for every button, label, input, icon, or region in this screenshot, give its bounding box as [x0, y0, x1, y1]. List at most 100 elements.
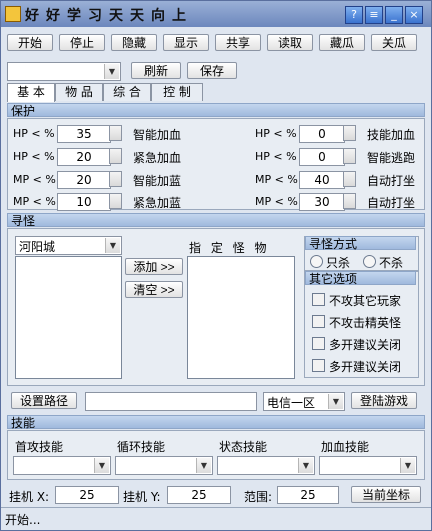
- no-kill-label: 不杀: [379, 256, 404, 270]
- mp-prefix: MP < %: [255, 173, 298, 186]
- x-input[interactable]: 25: [55, 486, 119, 504]
- hp-threshold-input[interactable]: 35: [57, 125, 111, 143]
- emergency-mana-label: 紧急加蓝: [133, 196, 182, 210]
- spin-icon[interactable]: [343, 193, 356, 209]
- x-label: 挂机 X:: [9, 490, 50, 504]
- app-window: 好好学习天天向上 ? ≡ _ × 开始 停止 隐藏 显示 共享 读取 藏瓜 关瓜…: [0, 0, 432, 531]
- mp-threshold-input[interactable]: 20: [57, 171, 111, 189]
- close-melon-button[interactable]: 关瓜: [371, 34, 417, 51]
- mp-prefix: MP < %: [255, 195, 298, 208]
- protect-header: 保护: [7, 103, 425, 118]
- tab-items[interactable]: 物 品: [55, 83, 103, 101]
- range-label: 范围:: [244, 490, 273, 504]
- chevron-down-icon[interactable]: ▼: [104, 64, 119, 79]
- option-checkbox[interactable]: [312, 359, 325, 372]
- city-select-value: 河阳城: [19, 240, 56, 254]
- target-monster-list[interactable]: [187, 256, 295, 379]
- search-method-header: 寻怪方式: [305, 236, 416, 251]
- spin-icon[interactable]: [109, 171, 122, 187]
- kill-only-label: 只杀: [326, 256, 351, 270]
- current-coords-button[interactable]: 当前坐标: [351, 486, 421, 503]
- tab-basic[interactable]: 基 本: [7, 83, 55, 102]
- start-button[interactable]: 开始: [7, 34, 53, 51]
- multi-open-label-2: 多开建议关闭: [329, 360, 402, 374]
- chevron-down-icon[interactable]: ▼: [328, 394, 343, 409]
- server-select[interactable]: 电信一区 ▼: [263, 392, 345, 411]
- mp-threshold-input[interactable]: 10: [57, 193, 111, 211]
- spin-icon[interactable]: [109, 125, 122, 141]
- profile-select[interactable]: ▼: [7, 62, 121, 81]
- set-path-button[interactable]: 设置路径: [11, 392, 77, 409]
- smart-escape-label: 智能逃跑: [367, 151, 416, 165]
- option-checkbox[interactable]: [312, 337, 325, 350]
- mp-threshold-input[interactable]: 40: [299, 171, 345, 189]
- hp-prefix: HP < %: [255, 127, 297, 140]
- monster-header: 寻怪: [7, 213, 425, 228]
- show-button[interactable]: 显示: [163, 34, 209, 51]
- hp-threshold-input[interactable]: 0: [299, 148, 345, 166]
- multi-open-label: 多开建议关闭: [329, 338, 402, 352]
- target-monster-label: 指 定 怪 物: [189, 241, 270, 255]
- range-input[interactable]: 25: [277, 486, 339, 504]
- kill-only-radio[interactable]: [310, 255, 323, 268]
- stop-button[interactable]: 停止: [59, 34, 105, 51]
- spin-icon[interactable]: [109, 193, 122, 209]
- spin-icon[interactable]: [343, 125, 356, 141]
- chevron-down-icon[interactable]: ▼: [105, 238, 120, 253]
- tab-control[interactable]: 控 制: [151, 83, 203, 101]
- status-text: 开始...: [5, 513, 41, 527]
- y-label: 挂机 Y:: [123, 490, 161, 504]
- mp-prefix: MP < %: [13, 195, 56, 208]
- save-button[interactable]: 保存: [187, 62, 237, 79]
- skill-heal-label: 技能加血: [367, 128, 416, 142]
- chevron-down-icon[interactable]: ▼: [94, 458, 109, 473]
- other-options-header: 其它选项: [305, 271, 416, 286]
- smart-mana-label: 智能加蓝: [133, 174, 182, 188]
- hide-melon-button[interactable]: 藏瓜: [319, 34, 365, 51]
- state-skill-select[interactable]: ▼: [217, 456, 315, 475]
- app-icon: [5, 6, 21, 22]
- mp-prefix: MP < %: [13, 173, 56, 186]
- settings-icon[interactable]: ≡: [365, 6, 383, 24]
- clear-button[interactable]: 清空 >>: [125, 281, 183, 298]
- minimize-icon[interactable]: _: [385, 6, 403, 24]
- monster-source-list[interactable]: [15, 256, 122, 379]
- no-kill-radio[interactable]: [363, 255, 376, 268]
- add-button[interactable]: 添加 >>: [125, 258, 183, 275]
- chevron-down-icon[interactable]: ▼: [196, 458, 211, 473]
- option-checkbox[interactable]: [312, 315, 325, 328]
- skills-header: 技能: [7, 415, 425, 430]
- read-button[interactable]: 读取: [267, 34, 313, 51]
- first-skill-select[interactable]: ▼: [13, 456, 111, 475]
- title-bar: 好好学习天天向上 ? ≡ _ ×: [1, 1, 431, 27]
- tab-general[interactable]: 综 合: [103, 83, 151, 101]
- close-icon[interactable]: ×: [405, 6, 423, 24]
- option-checkbox[interactable]: [312, 293, 325, 306]
- auto-meditate-label: 自动打坐: [367, 174, 416, 188]
- chevron-down-icon[interactable]: ▼: [400, 458, 415, 473]
- city-select[interactable]: 河阳城 ▼: [15, 236, 122, 255]
- hp-prefix: HP < %: [13, 150, 55, 163]
- hp-threshold-input[interactable]: 0: [299, 125, 345, 143]
- spin-icon[interactable]: [343, 148, 356, 164]
- share-button[interactable]: 共享: [215, 34, 261, 51]
- no-attack-players-label: 不攻其它玩家: [329, 294, 402, 308]
- spin-icon[interactable]: [109, 148, 122, 164]
- login-button[interactable]: 登陆游戏: [351, 392, 417, 409]
- heal-skill-label: 加血技能: [321, 440, 370, 454]
- loop-skill-select[interactable]: ▼: [115, 456, 213, 475]
- refresh-button[interactable]: 刷新: [131, 62, 181, 79]
- hp-prefix: HP < %: [13, 127, 55, 140]
- path-input[interactable]: [85, 392, 257, 411]
- y-input[interactable]: 25: [167, 486, 231, 504]
- emergency-heal-label: 紧急加血: [133, 151, 182, 165]
- mp-threshold-input[interactable]: 30: [299, 193, 345, 211]
- heal-skill-select[interactable]: ▼: [319, 456, 417, 475]
- first-skill-label: 首攻技能: [15, 440, 64, 454]
- help-icon[interactable]: ?: [345, 6, 363, 24]
- chevron-down-icon[interactable]: ▼: [298, 458, 313, 473]
- hp-threshold-input[interactable]: 20: [57, 148, 111, 166]
- state-skill-label: 状态技能: [219, 440, 268, 454]
- spin-icon[interactable]: [343, 171, 356, 187]
- hide-button[interactable]: 隐藏: [111, 34, 157, 51]
